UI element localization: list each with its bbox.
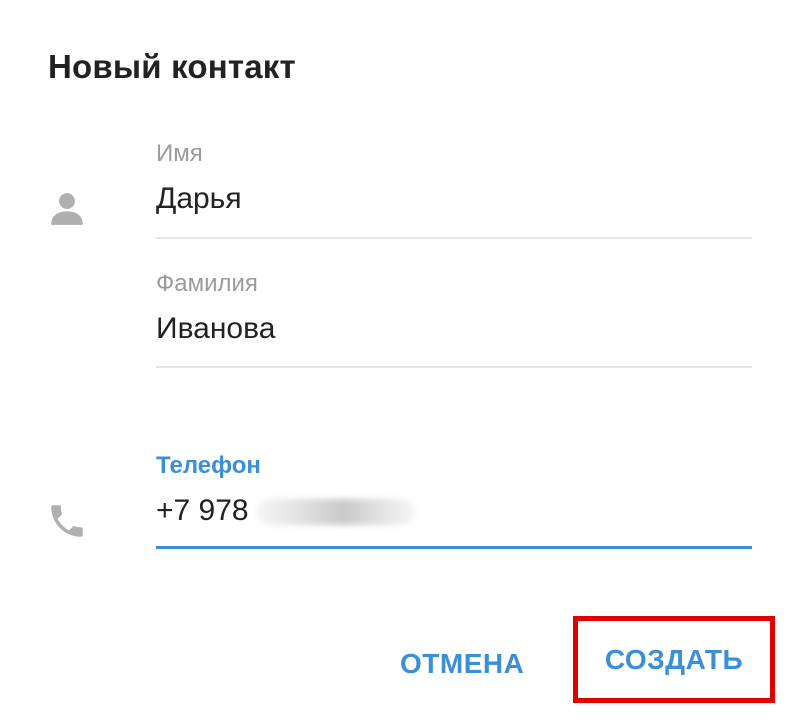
redacted-blur [254, 499, 415, 526]
phone-input-value: +7 978 [156, 494, 249, 527]
cancel-button[interactable]: ОТМЕНА [400, 644, 524, 684]
person-icon [51, 193, 83, 225]
phone-label: Телефон [156, 452, 261, 479]
create-button-highlight: СОЗДАТЬ [573, 616, 775, 703]
phone-icon [51, 505, 83, 537]
last-name-underline [156, 366, 752, 368]
last-name-label: Фамилия [156, 270, 258, 297]
new-contact-dialog: Новый контакт Имя Дарья Фамилия Иванова … [0, 0, 800, 726]
phone-field[interactable]: Телефон +7 978 [156, 452, 752, 552]
last-name-field[interactable]: Фамилия Иванова [156, 270, 752, 370]
first-name-label: Имя [156, 140, 203, 167]
phone-underline [156, 546, 752, 549]
first-name-input[interactable]: Дарья [156, 182, 752, 216]
first-name-underline [156, 237, 752, 239]
phone-input[interactable]: +7 978 [156, 494, 752, 528]
dialog-title: Новый контакт [48, 48, 296, 85]
first-name-field[interactable]: Имя Дарья [156, 140, 752, 240]
last-name-input[interactable]: Иванова [156, 312, 752, 346]
create-button[interactable]: СОЗДАТЬ [578, 621, 770, 698]
